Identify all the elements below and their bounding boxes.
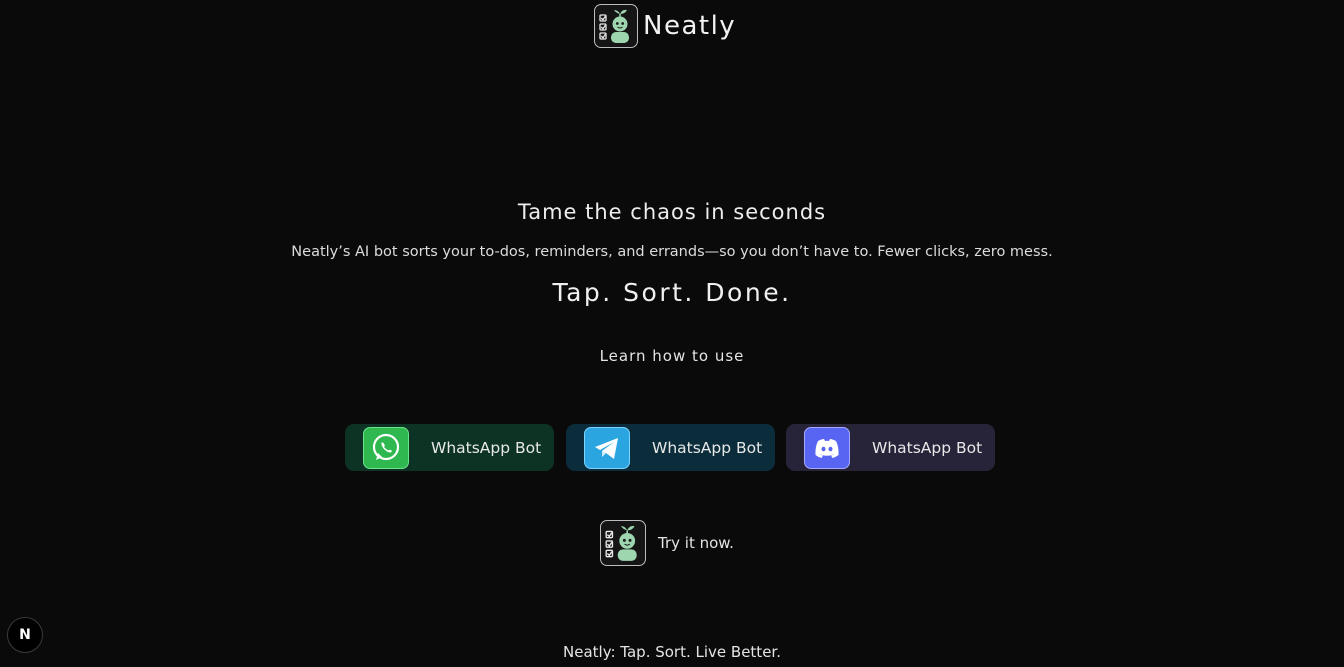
brand-name: Neatly — [643, 11, 737, 41]
telegram-bot-label: WhatsApp Bot — [652, 438, 763, 457]
brand-home-link[interactable]: Neatly — [594, 3, 736, 49]
hero-tagline: Tap. Sort. Done. — [552, 278, 792, 307]
nextjs-badge-letter: N — [19, 627, 31, 643]
discord-bot-button[interactable]: WhatsApp Bot — [786, 424, 995, 471]
try-it-now-button[interactable]: Try it now. — [600, 520, 734, 566]
whatsapp-bot-button[interactable]: WhatsApp Bot — [345, 424, 554, 471]
telegram-bot-button[interactable]: WhatsApp Bot — [566, 424, 775, 471]
footer-text: Neatly: Tap. Sort. Live Better. — [563, 643, 781, 661]
telegram-icon — [584, 426, 630, 469]
robot-checklist-icon — [594, 4, 638, 48]
learn-how-to-use-link[interactable]: Learn how to use — [0, 347, 1344, 365]
discord-icon — [804, 426, 850, 469]
whatsapp-bot-label: WhatsApp Bot — [431, 438, 542, 457]
whatsapp-icon — [363, 426, 409, 469]
hero-description: Neatly’s AI bot sorts your to-dos, remin… — [291, 244, 1053, 260]
discord-bot-label: WhatsApp Bot — [872, 438, 983, 457]
hero-title: Tame the chaos in seconds — [517, 200, 827, 224]
try-it-now-label: Try it now. — [658, 534, 734, 552]
robot-checklist-icon — [600, 520, 646, 566]
